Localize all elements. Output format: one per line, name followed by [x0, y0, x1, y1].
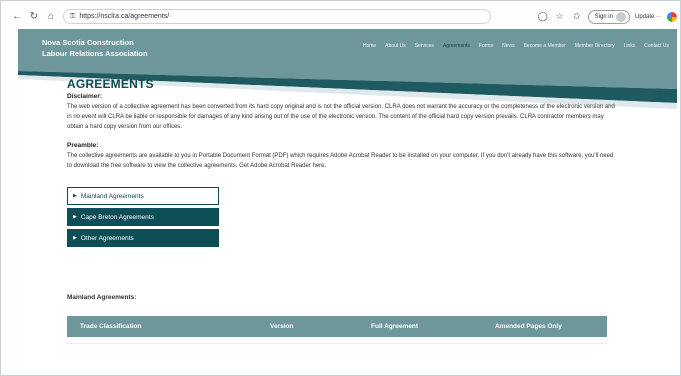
- nav-links[interactable]: Links: [624, 43, 636, 49]
- browser-toolbar: ← ↻ ⌂ ⚿ https://nsclra.ca/agreements/ ◯ …: [10, 4, 677, 29]
- column-header-amended-pages: Amended Pages Only: [495, 323, 562, 330]
- table-header: Trade Classification Version Full Agreem…: [67, 316, 607, 337]
- nav-become-member[interactable]: Become a Member: [524, 43, 566, 49]
- brand-line-2: Labour Relations Association: [42, 49, 148, 58]
- sign-in-label: Sign in: [594, 13, 613, 20]
- brand-line-1: Nova Scotia Construction: [42, 38, 134, 47]
- accordion-label: Other Agreements: [80, 234, 134, 242]
- accordion-cape-breton[interactable]: ▶ Cape Breton Agreements: [67, 208, 219, 226]
- disclaimer-label: Disclaimer:: [67, 93, 103, 100]
- nav-member-directory[interactable]: Member Directory: [575, 43, 615, 49]
- sign-in-button[interactable]: Sign in: [587, 9, 630, 24]
- column-header-version: Version: [270, 323, 294, 330]
- home-icon[interactable]: ⌂: [44, 10, 58, 24]
- accordion-label: Mainland Agreements: [80, 192, 144, 200]
- caret-right-icon: ▶: [73, 235, 77, 241]
- app-icon[interactable]: [667, 11, 677, 22]
- column-header-trade: Trade Classification: [80, 323, 142, 330]
- avatar-icon: [615, 11, 626, 22]
- url-text: https://nsclra.ca/agreements/: [79, 13, 170, 20]
- accordion-other[interactable]: ▶ Other Agreements: [67, 229, 219, 247]
- nav-services[interactable]: Services: [415, 43, 434, 49]
- address-bar[interactable]: ⚿ https://nsclra.ca/agreements/: [63, 9, 491, 24]
- page-title: AGREEMENTS: [67, 77, 154, 91]
- favorite-icon[interactable]: ☆: [554, 11, 566, 22]
- nav-home[interactable]: Home: [363, 43, 376, 49]
- nav-news[interactable]: News: [502, 43, 515, 49]
- table-section-label: Mainland Agreements:: [67, 294, 137, 301]
- preamble-label: Preamble:: [67, 142, 99, 149]
- back-icon[interactable]: ←: [10, 10, 24, 24]
- nav-about-us[interactable]: About Us: [385, 43, 406, 49]
- table-divider: [67, 343, 607, 344]
- preamble-text: The collective agreements are available …: [67, 153, 614, 169]
- accordion-label: Cape Breton Agreements: [80, 213, 154, 221]
- agreements-accordion: ▶ Mainland Agreements ▶ Cape Breton Agre…: [67, 187, 219, 247]
- caret-right-icon: ▶: [73, 193, 77, 199]
- disclaimer-text: The web version of a collective agreemen…: [67, 104, 615, 130]
- lock-icon: ⚿: [70, 12, 76, 20]
- site-logo[interactable]: Nova Scotia Construction Labour Relation…: [42, 37, 148, 59]
- favorites-list-icon[interactable]: ✩: [571, 11, 583, 22]
- main-nav: Home About Us Services Agreements Forms …: [363, 43, 669, 49]
- reader-icon[interactable]: ◯: [537, 11, 549, 22]
- reload-icon[interactable]: ↻: [27, 10, 41, 24]
- nav-agreements[interactable]: Agreements: [443, 43, 470, 49]
- update-button[interactable]: Update ···: [635, 14, 662, 20]
- column-header-full-agreement: Full Agreement: [371, 323, 419, 330]
- caret-right-icon: ▶: [73, 214, 77, 220]
- main-content: AGREEMENTS Disclaimer: The web version o…: [67, 77, 615, 250]
- accordion-mainland[interactable]: ▶ Mainland Agreements: [67, 187, 219, 205]
- nav-forms[interactable]: Forms: [479, 43, 493, 49]
- nav-contact-us[interactable]: Contact Us: [644, 43, 669, 49]
